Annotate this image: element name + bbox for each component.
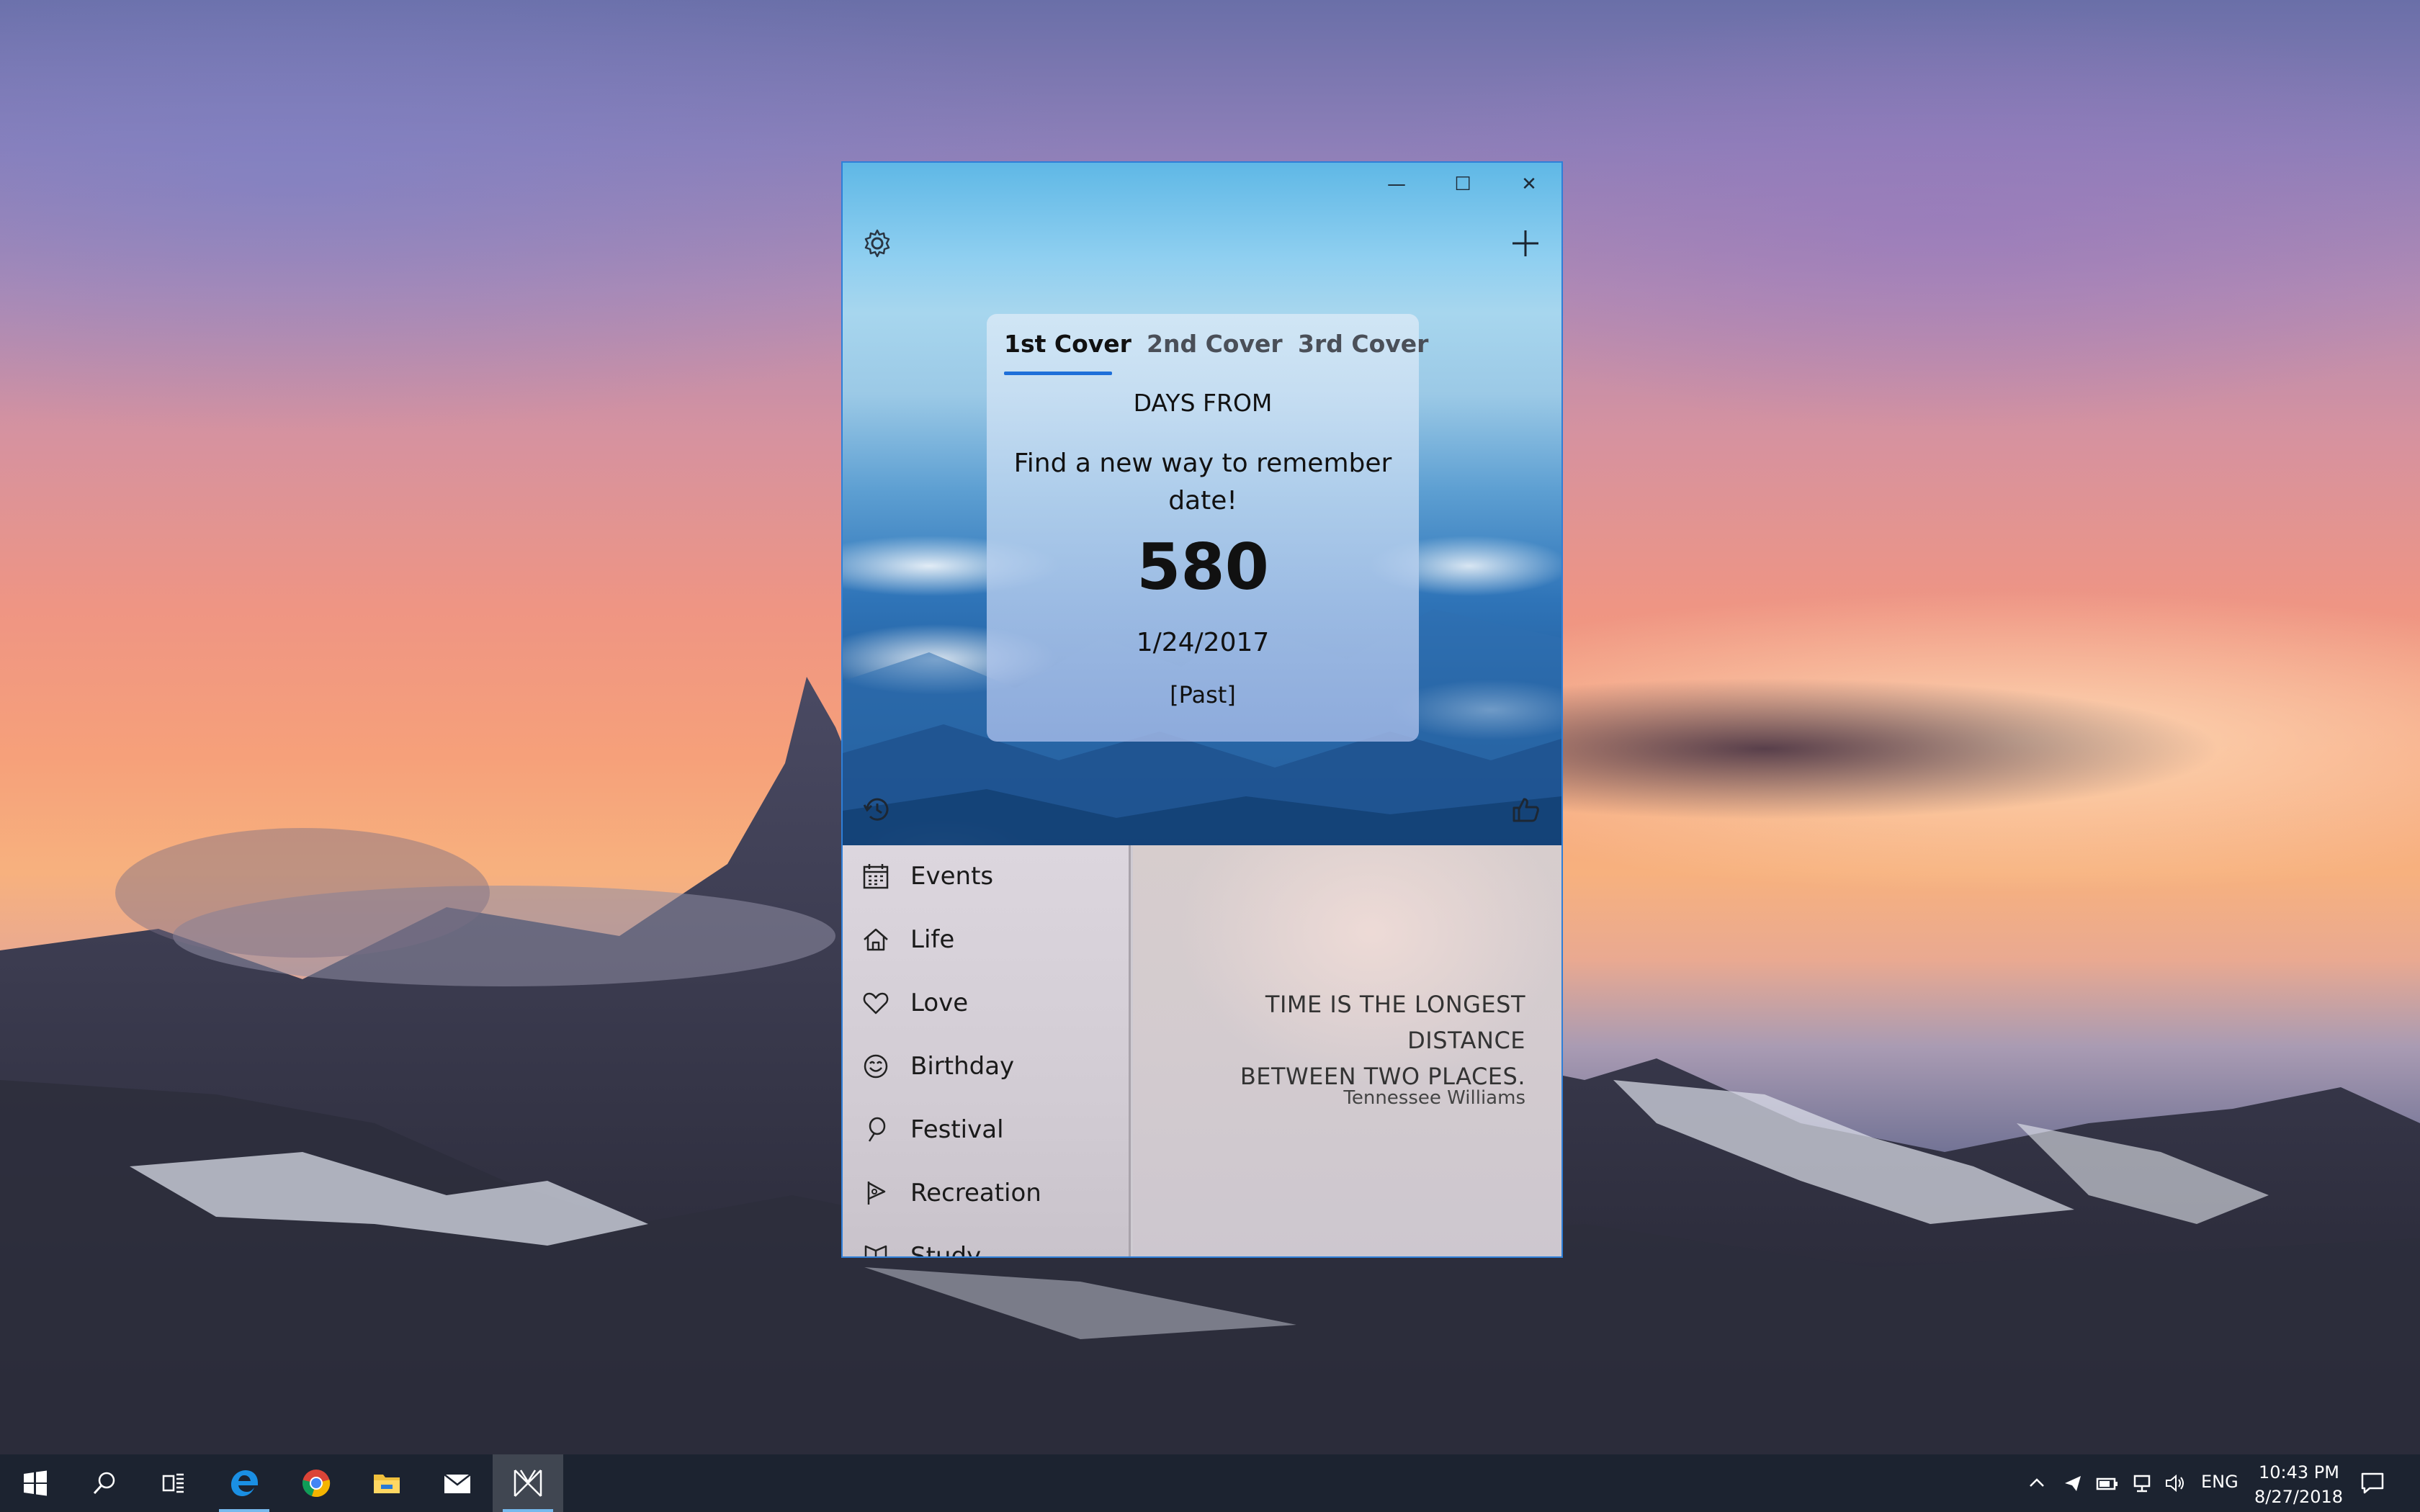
category-item-birthday[interactable]: Birthday (843, 1035, 1129, 1097)
show-hidden-icons-button[interactable] (2021, 1466, 2053, 1500)
input-language[interactable]: ENG (2201, 1472, 2238, 1492)
volume-icon (2166, 1474, 2184, 1493)
category-item-festival[interactable]: Festival (843, 1099, 1129, 1161)
tray-send-button[interactable] (2057, 1466, 2089, 1500)
close-button[interactable]: ✕ (1497, 167, 1561, 202)
category-item-events[interactable]: Events (843, 845, 1129, 907)
chevron-up-icon (2030, 1478, 2044, 1487)
home-icon (864, 928, 888, 951)
quote-author: Tennessee Williams (1343, 1087, 1525, 1109)
taskbar-mail[interactable] (422, 1454, 493, 1512)
network-button[interactable] (2126, 1466, 2158, 1500)
send-icon (2065, 1476, 2081, 1491)
start-button[interactable] (0, 1454, 71, 1512)
battery-button[interactable] (2092, 1466, 2123, 1500)
battery-icon (2096, 1477, 2118, 1490)
history-icon (863, 798, 889, 821)
flag-icon (867, 1182, 886, 1205)
thumbs-up-icon (1512, 798, 1539, 822)
taskbar-chrome[interactable] (281, 1454, 351, 1512)
category-label: Life (910, 925, 955, 954)
event-title: Find a new way to remember date! (1013, 449, 1392, 516)
category-list: Events Life Love Birthday Festival Recre… (843, 845, 1131, 1256)
category-item-study[interactable]: Study (843, 1225, 1129, 1256)
category-item-recreation[interactable]: Recreation (843, 1162, 1129, 1224)
event-date: 1/24/2017 (1136, 628, 1270, 657)
minimize-button[interactable]: — (1364, 167, 1429, 202)
search-button[interactable] (69, 1454, 140, 1512)
plus-icon (1512, 230, 1538, 256)
windows-start-icon (24, 1470, 47, 1496)
notification-icon (2361, 1472, 2384, 1494)
maximize-button[interactable]: ☐ (1430, 167, 1495, 202)
day-count: 580 (1137, 530, 1269, 604)
days-from-heading: DAYS FROM (1133, 389, 1273, 417)
like-button[interactable] (1504, 788, 1547, 831)
category-label: Recreation (910, 1179, 1041, 1207)
network-icon (2133, 1475, 2151, 1493)
category-label: Festival (910, 1115, 1004, 1144)
book-icon (864, 1245, 887, 1256)
volume-button[interactable] (2159, 1466, 2191, 1500)
edge-icon (231, 1470, 258, 1496)
event-status: [Past] (1170, 681, 1236, 708)
category-label: Study (910, 1242, 982, 1256)
days-app-icon (514, 1470, 542, 1497)
taskbar-days-app[interactable] (493, 1454, 563, 1512)
tab-3rd-cover[interactable]: 3rd Cover (1298, 330, 1428, 370)
category-item-love[interactable]: Love (843, 972, 1129, 1034)
taskbar-edge[interactable] (209, 1454, 279, 1512)
search-icon (93, 1472, 115, 1495)
quote-text: TIME IS THE LONGEST DISTANCE BETWEEN TWO… (1151, 986, 1525, 1094)
task-view-button[interactable] (138, 1454, 209, 1512)
category-label: Events (910, 862, 994, 891)
clock-time[interactable]: 10:43 PM (2259, 1462, 2339, 1482)
category-label: Birthday (910, 1052, 1015, 1081)
quote-line-1: TIME IS THE LONGEST DISTANCE (1265, 991, 1525, 1054)
balloon-icon (868, 1117, 886, 1142)
chrome-icon (302, 1470, 331, 1498)
action-center-button[interactable] (2357, 1466, 2388, 1500)
category-label: Love (910, 989, 969, 1017)
taskbar: ENG 10:43 PM 8/27/2018 (0, 1454, 2420, 1512)
calendar-icon (863, 864, 889, 889)
cover-tabs: 1st Cover 2nd Cover 3rd Cover (987, 314, 1428, 379)
heart-icon (863, 992, 889, 1014)
add-event-button[interactable] (1504, 222, 1547, 265)
tab-1st-cover[interactable]: 1st Cover (1004, 330, 1131, 370)
mail-icon (444, 1474, 471, 1493)
file-explorer-icon (374, 1475, 400, 1493)
clock-date[interactable]: 8/27/2018 (2254, 1487, 2343, 1507)
taskbar-file-explorer[interactable] (351, 1454, 422, 1512)
cover-card: 1st Cover 2nd Cover 3rd Cover DAYS FROM … (987, 314, 1428, 742)
tab-2nd-cover[interactable]: 2nd Cover (1147, 330, 1283, 370)
active-tab-indicator (1004, 372, 1112, 375)
gear-icon (864, 229, 890, 258)
task-view-icon (162, 1473, 184, 1493)
settings-button[interactable] (856, 222, 899, 265)
category-item-life[interactable]: Life (843, 909, 1129, 971)
quote-panel: TIME IS THE LONGEST DISTANCE BETWEEN TWO… (1133, 845, 1561, 1256)
smiley-icon (864, 1054, 888, 1079)
history-button[interactable] (856, 788, 899, 831)
